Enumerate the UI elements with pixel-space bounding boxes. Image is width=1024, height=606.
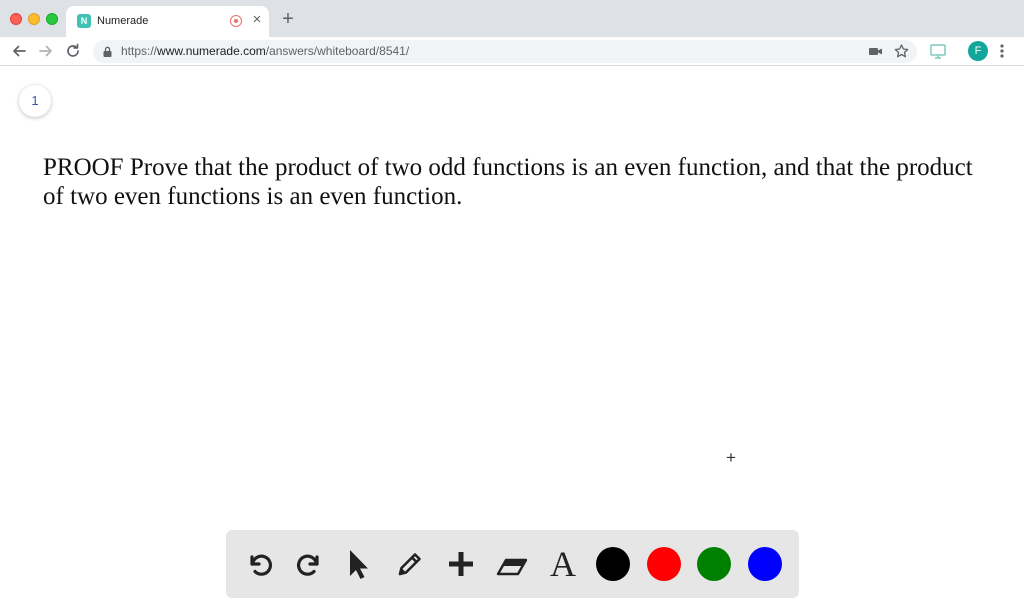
back-arrow-icon[interactable] (9, 41, 29, 61)
url-scheme: https:// (121, 44, 158, 58)
maximize-window-button[interactable] (46, 13, 58, 25)
pencil-icon[interactable] (393, 547, 427, 581)
url-text: https://www.numerade.com/answers/whitebo… (121, 44, 409, 59)
tab-close-icon[interactable]: × (249, 12, 265, 28)
plus-icon[interactable] (444, 547, 478, 581)
problem-text: PROOF Prove that the product of two odd … (43, 154, 973, 210)
eraser-icon[interactable] (495, 547, 529, 581)
url-host: www.numerade.com (157, 44, 266, 58)
profile-avatar[interactable]: F (968, 41, 988, 61)
numerade-favicon-icon: N (77, 14, 91, 28)
tab-bar: N Numerade × + (0, 0, 1024, 37)
browser-tab[interactable]: N Numerade × (66, 6, 269, 37)
forward-arrow-icon[interactable] (36, 41, 56, 61)
lock-icon (101, 45, 114, 58)
tab-title: Numerade (97, 15, 149, 27)
page-number-badge[interactable]: 1 (19, 85, 51, 117)
browser-toolbar: https://www.numerade.com/answers/whitebo… (0, 37, 1024, 66)
redo-icon[interactable] (293, 547, 327, 581)
close-window-button[interactable] (10, 13, 22, 25)
crosshair-cursor-icon: + (726, 448, 736, 467)
color-black[interactable] (596, 547, 630, 581)
undo-icon[interactable] (242, 547, 276, 581)
url-path: /answers/whiteboard/8541/ (265, 44, 410, 58)
color-blue[interactable] (748, 547, 782, 581)
color-red[interactable] (647, 547, 681, 581)
text-icon[interactable]: A (546, 546, 580, 582)
minimize-window-button[interactable] (28, 13, 40, 25)
new-tab-button[interactable]: + (278, 9, 298, 29)
menu-dots-icon[interactable] (996, 41, 1008, 61)
camera-icon[interactable] (867, 43, 884, 60)
pointer-icon[interactable] (342, 547, 376, 581)
whiteboard-toolbar: A (226, 530, 799, 598)
reload-icon[interactable] (63, 41, 83, 61)
bookmark-star-icon[interactable] (893, 43, 910, 60)
cast-icon[interactable] (928, 41, 948, 61)
address-bar[interactable]: https://www.numerade.com/answers/whitebo… (93, 40, 917, 63)
color-green[interactable] (697, 547, 731, 581)
recording-icon (230, 15, 242, 27)
